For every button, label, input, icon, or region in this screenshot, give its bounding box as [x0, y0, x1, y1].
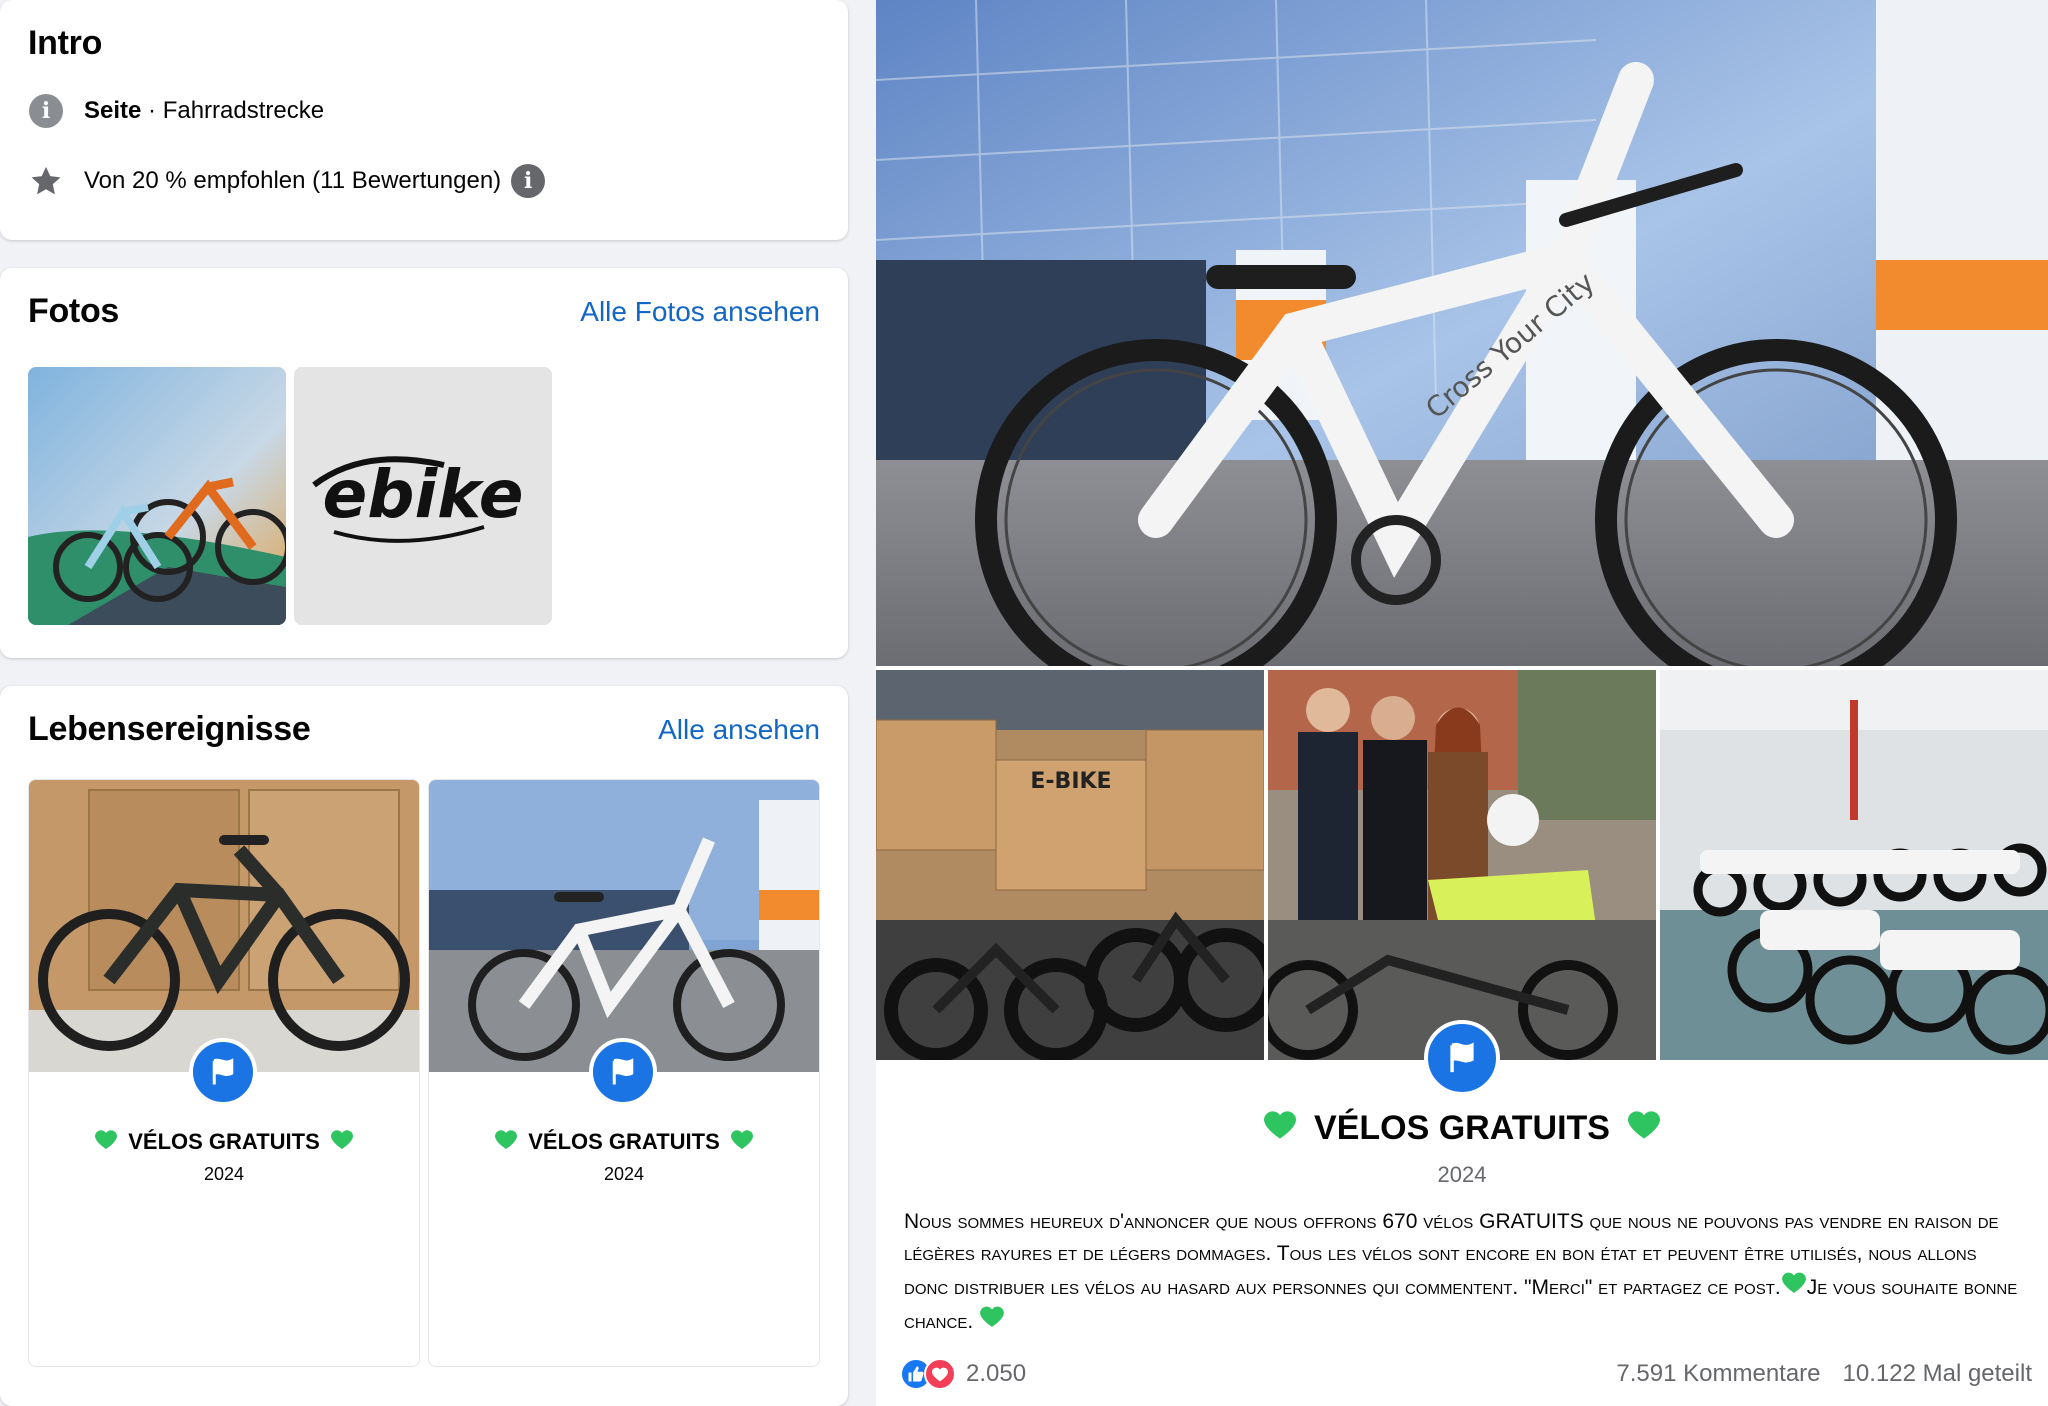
photo-thumb-bikes[interactable] — [28, 367, 286, 625]
see-all-photos-link[interactable]: Alle Fotos ansehen — [580, 296, 820, 328]
life-event-year: 2024 — [603, 1164, 645, 1184]
life-event-item[interactable]: VÉLOS GRATUITS 2024 — [28, 779, 420, 1367]
intro-card: Intro i Seite · Fahrradstrecke Von 20 % … — [0, 0, 848, 240]
rating-row: Von 20 % empfohlen (11 Bewertungen) i — [28, 163, 820, 199]
post-photo-boxes[interactable]: E-BIKE — [876, 670, 1264, 1060]
photos-title: Fotos — [28, 292, 120, 330]
green-heart-icon — [94, 1128, 118, 1156]
star-icon — [28, 163, 64, 199]
post-year: 2024 — [1437, 1162, 1487, 1187]
intro-title: Intro — [28, 24, 103, 62]
life-event-title-row: VÉLOS GRATUITS — [429, 1128, 819, 1156]
green-heart-icon — [979, 1304, 1005, 1338]
box-label: E-BIKE — [1030, 769, 1111, 794]
rating-text: Von 20 % empfohlen (11 Bewertungen) — [84, 167, 502, 194]
life-event-photo — [29, 780, 419, 1106]
flag-icon — [189, 1038, 257, 1106]
post-title-row: VÉLOS GRATUITS — [876, 1108, 2048, 1149]
post-title: VÉLOS GRATUITS — [1314, 1109, 1610, 1147]
green-heart-icon — [494, 1128, 518, 1156]
green-heart-icon — [1262, 1108, 1298, 1149]
love-reaction-icon — [924, 1358, 956, 1390]
photos-card: Fotos Alle Fotos ansehen ebike — [0, 268, 848, 658]
life-event-photo — [429, 780, 819, 1106]
life-event-title-row: VÉLOS GRATUITS — [29, 1128, 419, 1156]
post-body: Nous sommes heureux d'annoncer que nous … — [904, 1206, 2020, 1338]
life-event-item[interactable]: VÉLOS GRATUITS 2024 — [428, 779, 820, 1367]
flag-icon — [589, 1038, 657, 1106]
green-heart-icon — [1626, 1108, 1662, 1149]
post-main-photo[interactable]: Cross Your City — [876, 0, 2048, 666]
life-event-title: VÉLOS GRATUITS — [528, 1129, 720, 1154]
green-heart-icon — [730, 1128, 754, 1156]
reaction-count: 2.050 — [966, 1360, 1027, 1387]
life-events-card: Lebensereignisse Alle ansehen VÉLOS GRAT… — [0, 686, 848, 1406]
reactions[interactable]: 2.050 — [900, 1358, 1026, 1390]
green-heart-icon — [330, 1128, 354, 1156]
page-type-row: i Seite · Fahrradstrecke — [28, 93, 820, 129]
post-footer: 2.050 7.591 Kommentare 10.122 Mal geteil… — [900, 1358, 2032, 1390]
life-event-title: VÉLOS GRATUITS — [128, 1129, 320, 1154]
page-type-label: Seite · Fahrradstrecke — [84, 97, 325, 124]
info-icon: i — [28, 93, 64, 129]
see-all-life-events-link[interactable]: Alle ansehen — [658, 714, 820, 746]
post-photo-people[interactable] — [1268, 670, 1656, 1060]
comments-count[interactable]: 7.591 Kommentare — [1616, 1360, 1820, 1388]
life-event-post: Cross Your City E-BIKE VÉLOS GRATUITS 20… — [876, 0, 2048, 1406]
life-event-year: 2024 — [203, 1164, 245, 1184]
green-heart-icon — [1781, 1270, 1807, 1304]
rating-info-icon[interactable]: i — [511, 164, 546, 198]
shares-count[interactable]: 10.122 Mal geteilt — [1843, 1360, 2032, 1388]
photo-thumb-ebike-logo[interactable]: ebike — [294, 367, 552, 625]
life-events-title: Lebensereignisse — [28, 710, 311, 748]
flag-icon — [1424, 1020, 1500, 1096]
post-photo-warehouse[interactable] — [1660, 670, 2048, 1060]
